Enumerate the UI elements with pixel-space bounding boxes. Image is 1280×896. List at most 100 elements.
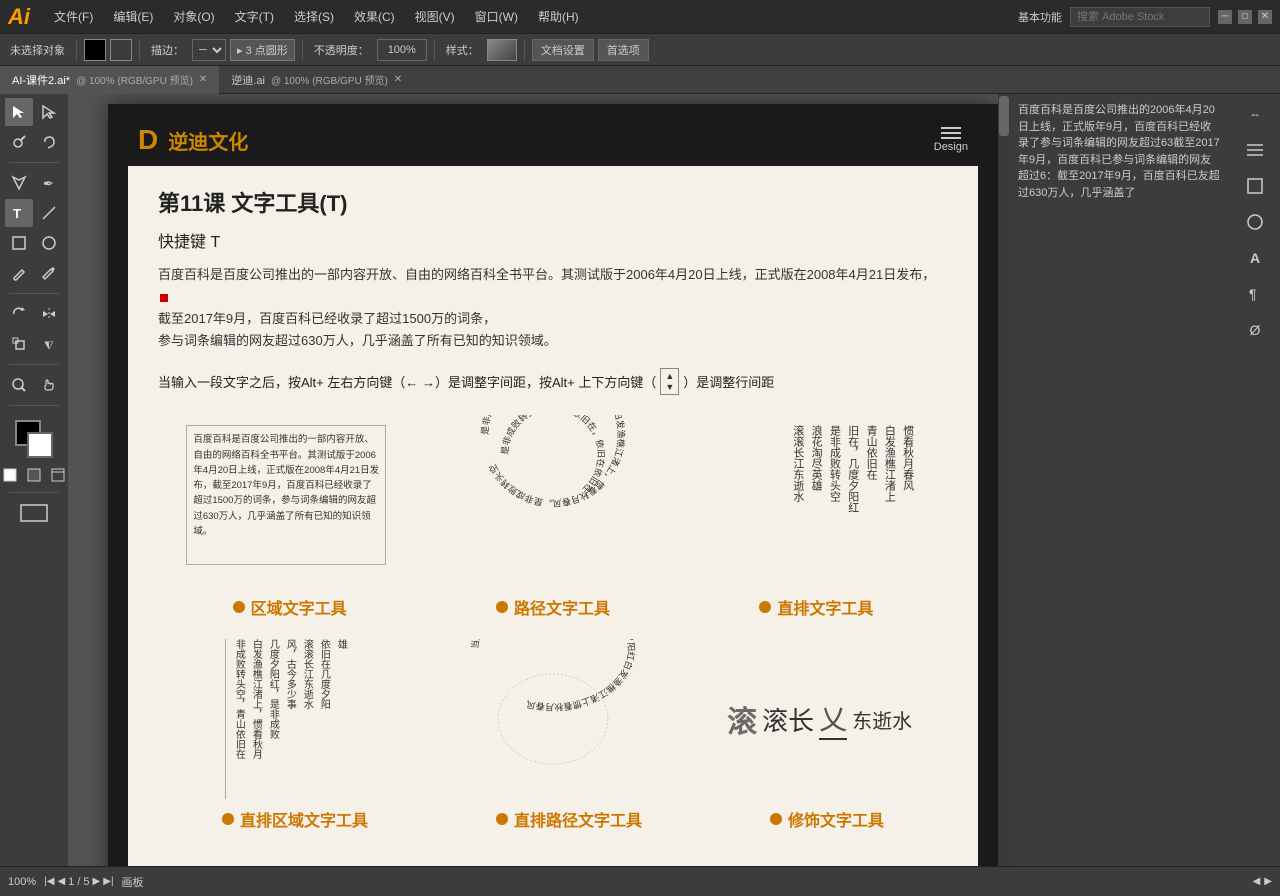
stroke-option[interactable]: ▸ 3 点圆形: [230, 39, 295, 61]
vert-zone-box: 非成败转头空，青山依旧在 白发渔樵江渚上，惯看秋月 几度夕阳红，是非成败 风，古…: [220, 639, 352, 799]
opentype-icon[interactable]: Ø: [1239, 314, 1271, 346]
vert-zone-col-1: 非成败转头空，青山依旧在: [225, 639, 245, 799]
playback-next[interactable]: ▶: [1264, 876, 1272, 887]
type-panel-icon[interactable]: A: [1239, 242, 1271, 274]
stroke-swatch[interactable]: [110, 39, 132, 61]
menu-object[interactable]: 对象(O): [169, 6, 218, 27]
stock-search-input[interactable]: [1070, 7, 1210, 27]
hand-tool[interactable]: [35, 371, 63, 399]
zone-text-label-text: 区域文字工具: [251, 595, 347, 619]
vert-path-label-text: 直排路径文字工具: [514, 807, 642, 831]
shear-tool[interactable]: ⧨: [35, 330, 63, 358]
menu-view[interactable]: 视图(V): [411, 6, 459, 27]
type-tool[interactable]: T: [5, 199, 33, 227]
artboard: D 逆迪文化 Design 第11课 文字工具(T) 快捷键 T 百度百科是百度…: [108, 104, 998, 866]
vert-zone-col-6: 依旧在几度夕阳: [316, 639, 330, 799]
panel-expand-btn[interactable]: ⇔: [1239, 98, 1271, 130]
vert-zone-col-7: 雄: [333, 639, 347, 799]
right-icon-panel: ⇔ A ¶ Ø: [1230, 94, 1280, 866]
playback-prev[interactable]: ◀: [1253, 876, 1261, 887]
path-text-visual: 是非成败转头空，青山依旧在，几度夕阳红，白发渔樵江渚上，惯看秋月春风。是非成败转…: [433, 415, 673, 575]
menu-edit[interactable]: 编辑(E): [109, 6, 157, 27]
stroke-label: 描边：: [147, 40, 188, 60]
doc-settings-button[interactable]: 文档设置: [532, 39, 594, 61]
minimize-button[interactable]: ─: [1218, 10, 1232, 24]
artboard-tool[interactable]: [15, 499, 53, 527]
lasso-tool[interactable]: [35, 128, 63, 156]
last-page-btn[interactable]: ▶|: [103, 876, 113, 887]
maximize-button[interactable]: □: [1238, 10, 1252, 24]
background-color[interactable]: [27, 432, 53, 458]
magic-wand-tool[interactable]: [5, 128, 33, 156]
vertical-text-box: 滚滚长江东逝水 浪花淘尽英雄 是非成败转头空 旧在，几度夕阳红 青山依旧在 白发…: [720, 420, 920, 570]
app-logo: Ai: [8, 4, 30, 30]
shortcut-line: 快捷键 T: [158, 228, 948, 252]
logo-icon: D: [138, 124, 158, 156]
menu-file[interactable]: 文件(F): [50, 6, 97, 27]
select-tool[interactable]: [5, 98, 33, 126]
workspace-label: 基本功能: [1018, 9, 1062, 25]
zoom-tool[interactable]: [5, 371, 33, 399]
pathfinder-icon[interactable]: [1239, 206, 1271, 238]
scrollbar-thumb[interactable]: [999, 96, 1009, 136]
bullet-5: [496, 813, 508, 825]
menu-effect[interactable]: 效果(C): [350, 6, 399, 27]
menu-select[interactable]: 选择(S): [290, 6, 338, 27]
menu-window[interactable]: 窗口(W): [471, 6, 522, 27]
mask-mode-btn[interactable]: [23, 464, 45, 486]
arrow-down-icon: ▼: [665, 382, 674, 392]
vert-col-4: 旧在，几度夕阳红: [845, 425, 859, 513]
demo-grid-1: 百度百科是百度公司推出的一部内容开放、自由的网络百科全书平台。其测试版于2006…: [158, 415, 948, 575]
next-page-btn[interactable]: ▶: [93, 876, 101, 887]
vertical-scrollbar[interactable]: [998, 94, 1010, 866]
tab-close-2[interactable]: ✕: [394, 74, 402, 85]
tab-ai-course[interactable]: AI-课件2.ai* @ 100% (RGB/GPU 预览) ✕: [0, 66, 219, 94]
fill-swatch[interactable]: [84, 39, 106, 61]
opacity-label: 不透明度：: [310, 40, 373, 60]
logo-area: D 逆迪文化: [138, 124, 248, 156]
full-screen-mode[interactable]: [47, 464, 69, 486]
tab-close-1[interactable]: ✕: [199, 74, 207, 85]
ellipse-tool[interactable]: [35, 229, 63, 257]
transform-icon[interactable]: [1239, 170, 1271, 202]
scale-tool[interactable]: [5, 330, 33, 358]
zone-text-box: 百度百科是百度公司推出的一部内容开放、自由的网络百科全书平台。其测试版于2006…: [186, 425, 386, 565]
pencil-tool[interactable]: [35, 259, 63, 287]
align-icon[interactable]: [1239, 134, 1271, 166]
line-tool[interactable]: [35, 199, 63, 227]
preferences-button[interactable]: 首选项: [598, 39, 649, 61]
vert-zone-label-text: 直排区域文字工具: [240, 807, 368, 831]
no-selection-label: 未选择对象: [6, 40, 69, 60]
artboard-label: 画板: [122, 874, 144, 890]
opacity-input[interactable]: [377, 39, 427, 61]
stroke-select[interactable]: ─: [192, 39, 226, 61]
style-swatch[interactable]: [487, 39, 517, 61]
first-page-btn[interactable]: |◀: [44, 876, 54, 887]
vert-col-6: 白发渔樵江渚上: [882, 425, 896, 502]
logo-text: 逆迪文化: [168, 126, 248, 155]
close-button[interactable]: ✕: [1258, 10, 1272, 24]
tools-panel: ✒ T: [0, 94, 68, 866]
normal-mode-btn[interactable]: [0, 464, 21, 486]
vert-zone-text-demo: 非成败转头空，青山依旧在 白发渔樵江渚上，惯看秋月 几度夕阳红，是非成败 风，古…: [158, 639, 415, 799]
vertical-text-visual: 滚滚长江东逝水 浪花淘尽英雄 是非成败转头空 旧在，几度夕阳红 青山依旧在 白发…: [700, 415, 940, 575]
menu-text[interactable]: 文字(T): [231, 6, 278, 27]
menu-help[interactable]: 帮助(H): [534, 6, 583, 27]
reflect-tool[interactable]: [35, 300, 63, 328]
rect-tool[interactable]: [5, 229, 33, 257]
direct-select-tool[interactable]: [35, 98, 63, 126]
zone-text-label: 区域文字工具: [233, 595, 347, 619]
rotate-tool[interactable]: [5, 300, 33, 328]
vert-zone-label: 直排区域文字工具: [222, 807, 368, 831]
label-row-2: 直排区域文字工具 直排路径文字工具 修饰文字工具: [158, 807, 948, 831]
sidebar-text-panel: 百度百科是百度公司推出的2006年4月20日上线，正式版年9月，百度百科已经收录…: [1010, 94, 1230, 866]
path-text-label-text: 路径文字工具: [514, 595, 610, 619]
paintbrush-tool[interactable]: [5, 259, 33, 287]
design-menu-btn[interactable]: Design: [934, 127, 968, 153]
prev-page-btn[interactable]: ◀: [57, 876, 65, 887]
pen-tool[interactable]: [5, 169, 33, 197]
tab-nidi[interactable]: 逆迪.ai @ 100% (RGB/GPU 预览) ✕: [219, 66, 414, 94]
canvas-area[interactable]: D 逆迪文化 Design 第11课 文字工具(T) 快捷键 T 百度百科是百度…: [68, 94, 1010, 866]
add-anchor-tool[interactable]: ✒: [35, 169, 63, 197]
paragraph-icon[interactable]: ¶: [1239, 278, 1271, 310]
